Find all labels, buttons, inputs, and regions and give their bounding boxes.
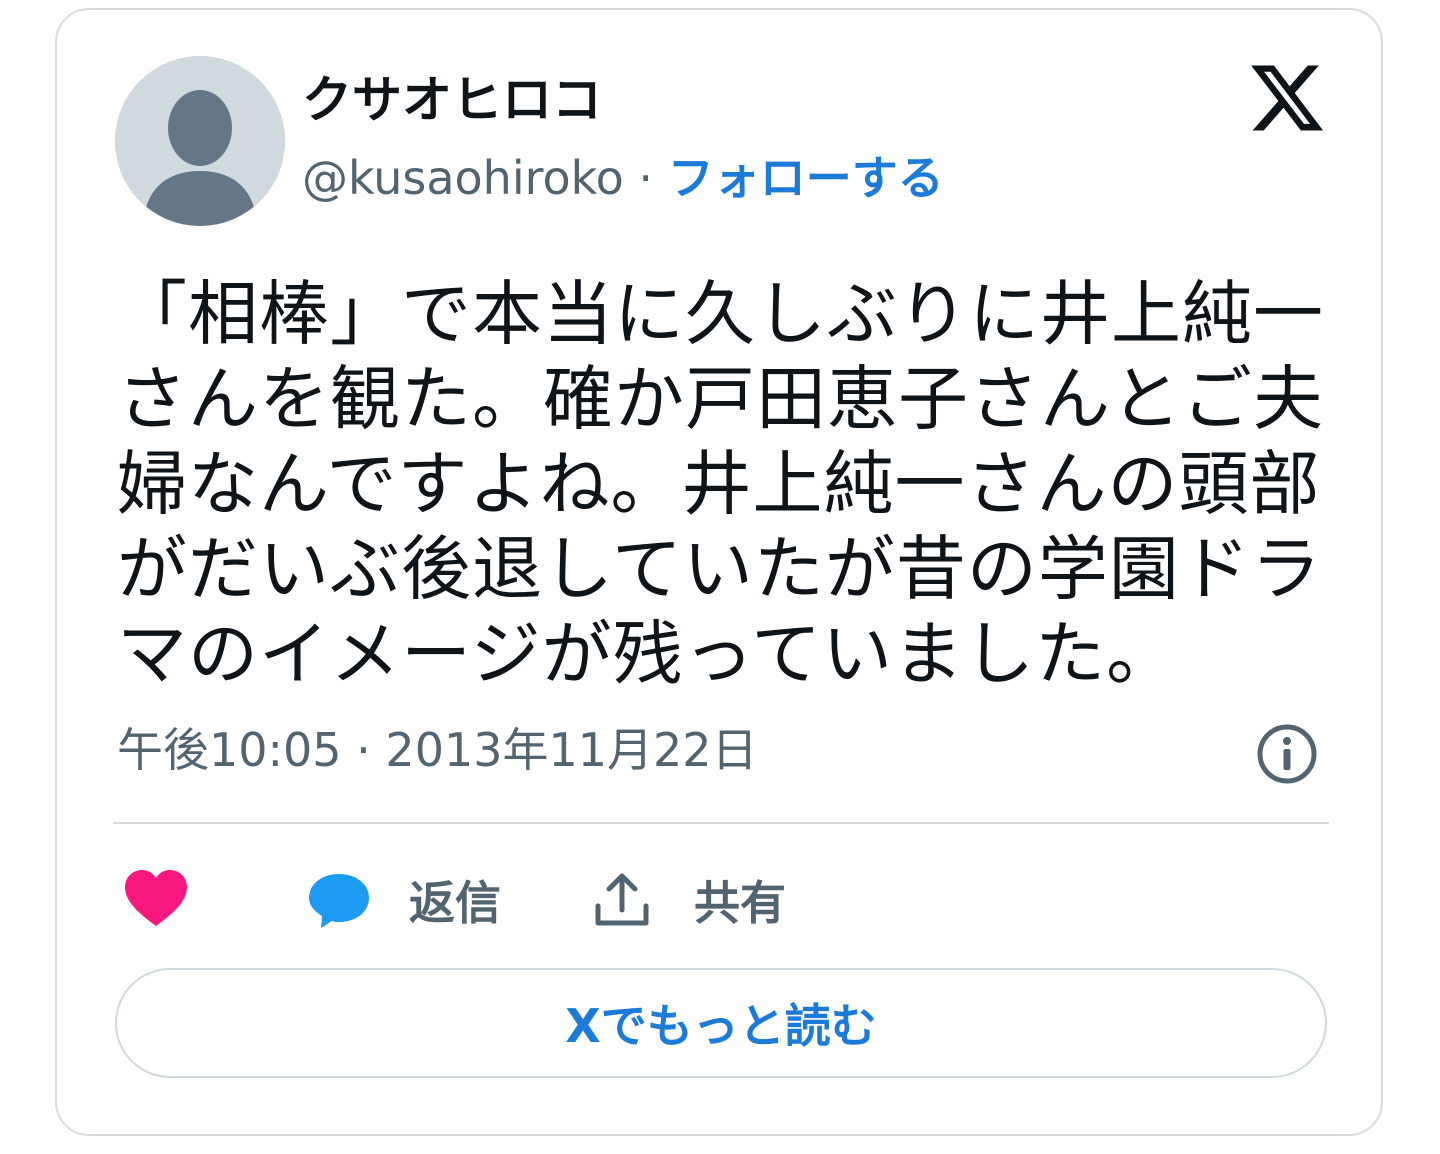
tweet-card: クサオヒロコ @kusaohiroko · フォローする 「相棒」で本当に久しぶ…: [55, 8, 1383, 1136]
info-icon[interactable]: [1255, 722, 1319, 786]
reply-button[interactable]: 返信: [307, 860, 501, 940]
x-logo-icon[interactable]: [1247, 58, 1327, 138]
tweet-timestamp[interactable]: 午後10:05 · 2013年11月22日: [117, 722, 758, 778]
reply-label: 返信: [409, 876, 501, 930]
tweet-text: 「相棒」で本当に久しぶりに井上純一さんを観た。確か戸田恵子さんとご夫婦なんですよ…: [117, 273, 1324, 695]
handle-separator: ·: [623, 151, 668, 205]
avatar[interactable]: [115, 56, 285, 226]
default-avatar-icon: [115, 56, 285, 226]
author-display-name[interactable]: クサオヒロコ: [302, 70, 602, 130]
share-upload-icon: [595, 873, 649, 926]
read-more-button[interactable]: Xでもっと読む: [115, 968, 1327, 1078]
author-handle-row: @kusaohiroko · フォローする: [302, 150, 944, 206]
author-handle[interactable]: @kusaohiroko: [302, 151, 624, 205]
follow-button[interactable]: フォローする: [668, 151, 944, 205]
share-button[interactable]: 共有: [592, 860, 786, 940]
heart-icon[interactable]: [123, 868, 189, 928]
divider: [113, 822, 1329, 824]
speech-bubble-icon: [309, 874, 369, 928]
share-label: 共有: [694, 876, 786, 930]
